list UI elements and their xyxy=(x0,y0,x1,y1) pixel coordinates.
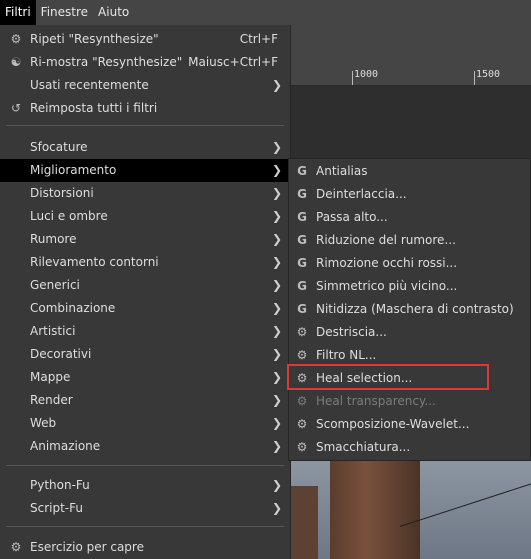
reset-icon: ↺ xyxy=(10,101,22,115)
enhance-submenu: G Antialias G Deinterlaccia... G Passa alto… xyxy=(288,158,531,461)
menu-item-rumore[interactable]: Rumore ❯ xyxy=(0,228,290,251)
tool-options-strip xyxy=(290,25,531,67)
menu-item-rilevamento-contorni[interactable]: Rilevamento contorni ❯ xyxy=(0,251,290,274)
menu-item-recent[interactable]: Usati recentemente ❯ xyxy=(0,74,290,97)
menu-item-python-fu[interactable]: Python-Fu ❯ xyxy=(0,474,290,497)
chevron-right-icon: ❯ xyxy=(271,439,282,453)
submenu-item-despeckle[interactable]: ⚙ Smacchiatura... xyxy=(289,436,530,459)
chevron-right-icon: ❯ xyxy=(271,301,282,315)
gegl-icon: G xyxy=(297,256,307,270)
gear-icon: ⚙ xyxy=(296,417,308,431)
submenu-item-noise-reduction[interactable]: G Riduzione del rumore... xyxy=(289,229,530,252)
menu-item-decorativi[interactable]: Decorativi ❯ xyxy=(0,343,290,366)
chevron-right-icon: ❯ xyxy=(271,324,282,338)
chevron-right-icon: ❯ xyxy=(271,186,282,200)
chevron-right-icon: ❯ xyxy=(271,347,282,361)
submenu-item-unsharp-mask[interactable]: G Nitidizza (Maschera di contrasto) xyxy=(289,298,530,321)
menu-item-render[interactable]: Render ❯ xyxy=(0,389,290,412)
image-photo xyxy=(290,456,531,559)
chevron-right-icon: ❯ xyxy=(271,163,282,177)
menubar: Filtri Finestre Aiuto xyxy=(0,0,531,25)
chevron-right-icon: ❯ xyxy=(271,255,282,269)
submenu-item-deinterlace[interactable]: G Deinterlaccia... xyxy=(289,183,530,206)
menu-item-reshow[interactable]: ☯ Ri-mostra "Resynthesize" Maiusc+Ctrl+F xyxy=(0,51,290,74)
gear-icon: ⚙ xyxy=(10,32,22,46)
menu-separator xyxy=(6,526,284,527)
filters-menu: ⚙ Ripeti "Resynthesize" Ctrl+F ☯ Ri-most… xyxy=(0,25,291,559)
menu-separator xyxy=(6,465,284,466)
chevron-right-icon: ❯ xyxy=(271,416,282,430)
menu-item-goat-exercise[interactable]: ⚙ Esercizio per capre xyxy=(0,536,290,559)
chevron-right-icon: ❯ xyxy=(271,278,282,292)
menu-separator xyxy=(6,125,284,126)
menubar-finestre[interactable]: Finestre xyxy=(36,0,93,25)
submenu-item-wavelet-decompose[interactable]: ⚙ Scomposizione-Wavelet... xyxy=(289,413,530,436)
submenu-item-symmetric-nearest[interactable]: G Simmetrico più vicino... xyxy=(289,275,530,298)
horizontal-ruler: 1000 1500 xyxy=(290,67,531,86)
menu-item-repeat[interactable]: ⚙ Ripeti "Resynthesize" Ctrl+F xyxy=(0,28,290,51)
menu-item-generici[interactable]: Generici ❯ xyxy=(0,274,290,297)
menu-item-reset-filters[interactable]: ↺ Reimposta tutti i filtri xyxy=(0,97,290,120)
gear-icon: ⚙ xyxy=(296,440,308,454)
chevron-right-icon: ❯ xyxy=(271,232,282,246)
gegl-icon: G xyxy=(297,302,307,316)
reshow-icon: ☯ xyxy=(10,55,22,69)
gegl-icon: G xyxy=(297,210,307,224)
gear-icon: ⚙ xyxy=(296,394,308,408)
chevron-right-icon: ❯ xyxy=(271,370,282,384)
menubar-aiuto[interactable]: Aiuto xyxy=(93,0,134,25)
menu-item-web[interactable]: Web ❯ xyxy=(0,412,290,435)
gegl-icon: G xyxy=(297,187,307,201)
ruler-label-1500: 1500 xyxy=(476,69,501,80)
menu-item-animazione[interactable]: Animazione ❯ xyxy=(0,435,290,458)
menu-item-luci-ombre[interactable]: Luci e ombre ❯ xyxy=(0,205,290,228)
chevron-right-icon: ❯ xyxy=(271,393,282,407)
gegl-icon: G xyxy=(297,164,307,178)
menu-item-script-fu[interactable]: Script-Fu ❯ xyxy=(0,497,290,520)
menu-item-distorsioni[interactable]: Distorsioni ❯ xyxy=(0,182,290,205)
menu-item-sfocature[interactable]: Sfocature ❯ xyxy=(0,136,290,159)
ruler-label-1000: 1000 xyxy=(354,69,379,80)
chevron-right-icon: ❯ xyxy=(271,140,282,154)
chevron-right-icon: ❯ xyxy=(271,478,282,492)
menu-item-mappe[interactable]: Mappe ❯ xyxy=(0,366,290,389)
chevron-right-icon: ❯ xyxy=(271,78,282,92)
gegl-icon: G xyxy=(297,279,307,293)
submenu-item-high-pass[interactable]: G Passa alto... xyxy=(289,206,530,229)
gegl-icon: G xyxy=(297,233,307,247)
heal-selection-highlight xyxy=(287,364,489,390)
chevron-right-icon: ❯ xyxy=(271,209,282,223)
menubar-filtri[interactable]: Filtri xyxy=(0,0,36,25)
menu-item-combinazione[interactable]: Combinazione ❯ xyxy=(0,297,290,320)
submenu-item-red-eye-removal[interactable]: G Rimozione occhi rossi... xyxy=(289,252,530,275)
menu-item-miglioramento[interactable]: Miglioramento ❯ xyxy=(0,159,290,182)
chevron-right-icon: ❯ xyxy=(271,501,282,515)
submenu-item-antialias[interactable]: G Antialias xyxy=(289,160,530,183)
submenu-item-heal-transparency: ⚙ Heal transparency... xyxy=(289,390,530,413)
gear-icon: ⚙ xyxy=(296,325,308,339)
gear-icon: ⚙ xyxy=(10,540,22,554)
menu-item-artistici[interactable]: Artistici ❯ xyxy=(0,320,290,343)
submenu-item-destripe[interactable]: ⚙ Destriscia... xyxy=(289,321,530,344)
